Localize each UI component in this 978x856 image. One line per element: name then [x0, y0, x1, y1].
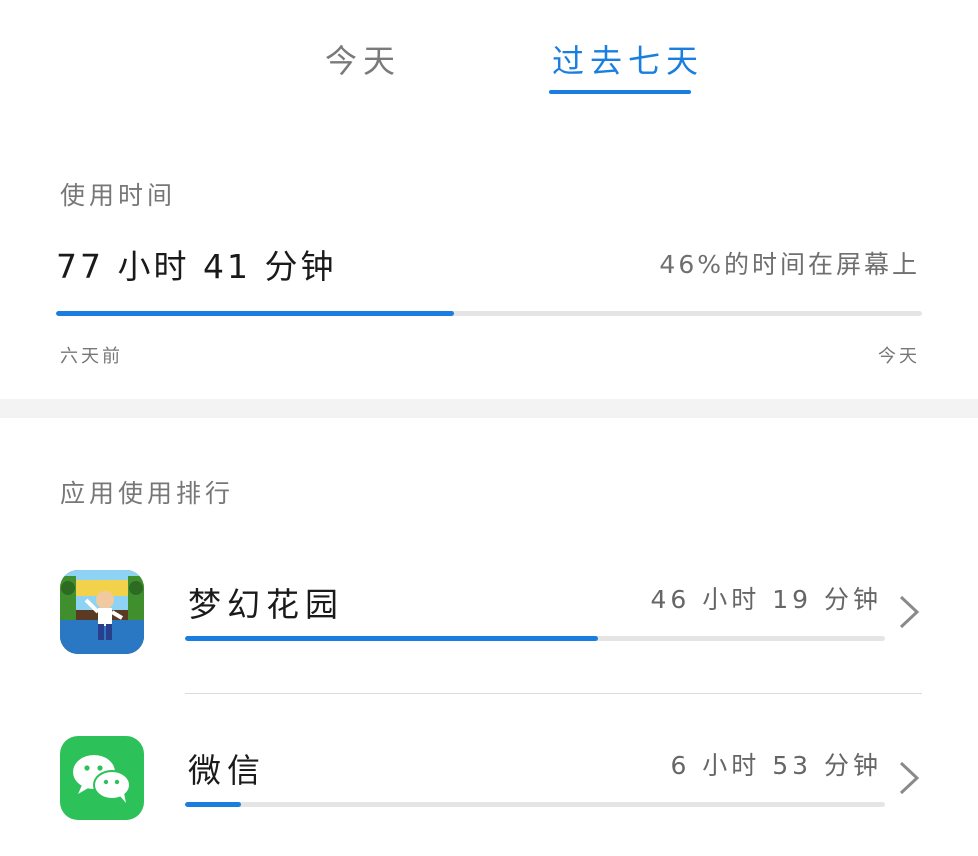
- app-name: 微信: [188, 751, 266, 790]
- screen-time-percent: 46%的时间在屏幕上: [659, 250, 920, 279]
- active-tab-indicator: [549, 90, 691, 94]
- total-usage-time: 77 小时 41 分钟: [56, 247, 337, 286]
- app-usage-time: 6 小时 53 分钟: [670, 751, 882, 780]
- chevron-right-icon: [899, 761, 920, 795]
- app-ranking-label: 应用使用排行: [60, 479, 235, 508]
- section-divider: [0, 399, 978, 418]
- app-name: 梦幻花园: [188, 585, 344, 624]
- usage-time-label: 使用时间: [60, 181, 177, 210]
- chevron-right-icon: [899, 595, 920, 629]
- usage-progress-fill: [56, 311, 455, 316]
- app-progress-fill: [185, 802, 241, 807]
- row-divider: [185, 693, 922, 694]
- axis-end-label: 今天: [878, 346, 920, 367]
- period-tabs: 今天 过去七天: [0, 0, 978, 100]
- app-progress-bar: [185, 802, 885, 807]
- app-usage-time: 46 小时 19 分钟: [650, 585, 882, 614]
- usage-progress-bar: [56, 311, 922, 316]
- wechat-app-icon: [60, 736, 144, 820]
- app-progress-bar: [185, 636, 885, 641]
- tab-past-seven-days[interactable]: 过去七天: [552, 36, 704, 82]
- app-row-gardenscapes[interactable]: 梦幻花园 46 小时 19 分钟: [0, 560, 978, 690]
- gardenscapes-app-icon: [60, 570, 144, 654]
- tab-today[interactable]: 今天: [325, 36, 401, 82]
- app-row-wechat[interactable]: 微信 6 小时 53 分钟: [0, 726, 978, 856]
- axis-start-label: 六天前: [60, 346, 123, 367]
- app-progress-fill: [185, 636, 598, 641]
